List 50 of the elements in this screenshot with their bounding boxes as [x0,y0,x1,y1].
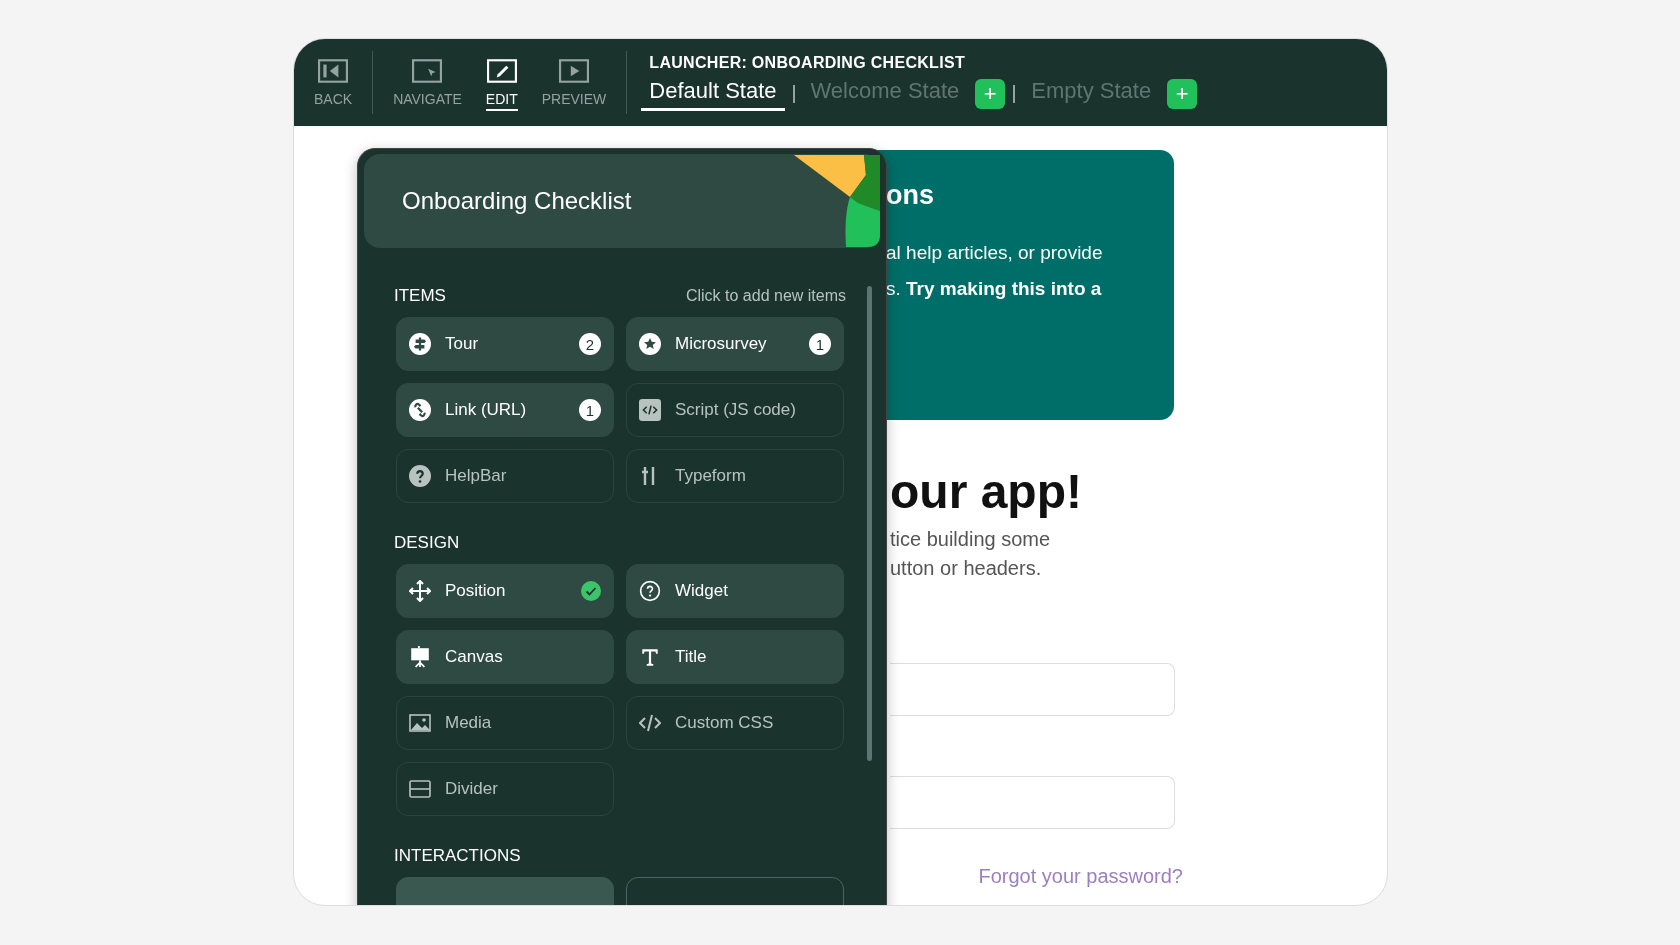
input-field[interactable] [890,776,1175,829]
checklist-option[interactable]: Divider [396,762,614,816]
page-subtitle: tice building some [890,527,1051,552]
checklist-option[interactable]: Tour 2 [396,317,614,371]
count-badge: 1 [809,333,831,355]
checklist-option[interactable]: Widget [626,564,844,618]
checklist-option[interactable]: Microsurvey 1 [626,317,844,371]
page-subtitle: utton or headers. [890,556,1042,581]
checklist-option[interactable]: HelpBar [396,449,614,503]
checklist-option[interactable]: Typeform [626,449,844,503]
scrollbar[interactable] [867,286,872,761]
play-icon [559,58,589,83]
toolbar-button[interactable]: EDIT [473,39,530,126]
help-icon [639,580,661,602]
toolbar-button[interactable]: BACK [302,39,365,126]
section-hint: Click to add new items [685,287,846,305]
checklist-option[interactable]: Title [626,630,844,684]
edit-icon [486,58,517,83]
code-icon [639,399,661,421]
toolbar-button[interactable]: PREVIEW [529,39,619,126]
checklist-option[interactable]: Media [396,696,614,750]
panel-title: Onboarding Checklist [402,187,632,215]
input-field[interactable] [890,663,1175,716]
cursor-icon [412,58,443,83]
card-heading: ons [886,180,935,211]
checklist-option[interactable]: Canvas [396,630,614,684]
easel-icon [409,646,431,668]
count-badge: 2 [579,333,601,355]
checklist-option[interactable]: Script (JS code) [626,383,844,437]
checklist-option[interactable]: Link (URL) 1 [396,383,614,437]
help-icon [409,465,431,487]
toolbar-button[interactable]: NAVIGATE [381,39,474,126]
link-icon [409,399,431,421]
move-icon [409,580,431,602]
launcher-title: LAUNCHER: ONBOARDING CHECKLIST [648,54,966,72]
card-text: al help articles, or provide [886,241,1104,265]
checklist-option[interactable]: Custom CSS [626,696,844,750]
section-title: ITEMS [394,286,446,306]
card-text: s. Try making this into a [886,277,1103,301]
image-icon [409,712,431,734]
checklist-option[interactable]: Position [396,564,614,618]
text-icon [639,646,661,668]
section-title: INTERACTIONS [394,846,521,866]
signpost-icon [409,333,431,355]
page-heading: our app! [890,464,1082,519]
state-tab[interactable]: Default State [641,76,785,111]
code-icon [639,712,661,734]
section-title: DESIGN [394,533,460,553]
count-badge: 1 [579,399,601,421]
back-icon [318,58,349,83]
